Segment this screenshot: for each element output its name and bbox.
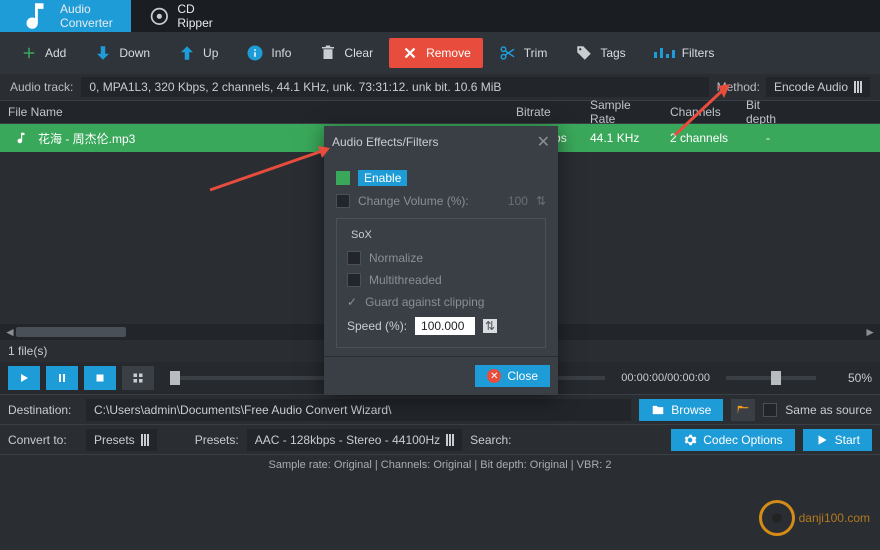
x-circle-icon: ✕ — [487, 369, 501, 383]
plus-icon — [20, 44, 38, 62]
up-button[interactable]: Up — [166, 38, 230, 68]
audio-effects-dialog: Audio Effects/Filters ✕ Enable Change Vo… — [324, 126, 558, 395]
dialog-title: Audio Effects/Filters — [332, 135, 439, 149]
speed-input[interactable]: 100.000 — [415, 317, 475, 335]
clear-button[interactable]: Clear — [307, 38, 385, 68]
speed-label: Speed (%): — [347, 319, 407, 333]
info-button[interactable]: Info — [234, 38, 303, 68]
normalize-checkbox[interactable] — [347, 251, 361, 265]
music-note-icon — [18, 0, 52, 33]
enable-checkbox[interactable] — [336, 171, 350, 185]
remove-button[interactable]: Remove — [389, 38, 483, 68]
destination-path[interactable]: C:\Users\admin\Documents\Free Audio Conv… — [86, 399, 631, 421]
tab-label: Audio Converter — [60, 2, 113, 30]
dialog-close-button[interactable]: ✕Close — [475, 365, 550, 387]
disc-icon — [149, 6, 170, 27]
tag-icon — [575, 44, 593, 62]
convert-to-label: Convert to: — [8, 433, 78, 447]
grid-button[interactable] — [122, 366, 154, 390]
watermark: danji100.com — [759, 500, 870, 536]
play-icon — [815, 433, 829, 447]
watermark-text: danji100.com — [799, 511, 870, 525]
slider-knob[interactable] — [170, 371, 180, 385]
pause-icon — [56, 372, 68, 384]
search-label: Search: — [470, 433, 511, 447]
method-select[interactable]: Encode Audio — [766, 77, 870, 97]
trim-button[interactable]: Trim — [487, 38, 560, 68]
volume-pct: 50% — [832, 371, 872, 385]
arrow-up-icon — [178, 44, 196, 62]
multithreaded-label: Multithreaded — [369, 273, 442, 287]
folder-open-icon — [736, 403, 750, 417]
guard-clipping-label: Guard against clipping — [365, 295, 484, 309]
col-bitdepth[interactable]: Bit depth — [738, 98, 798, 126]
codec-options-button[interactable]: Codec Options — [671, 429, 794, 451]
method-label: Method: — [717, 80, 760, 94]
add-button[interactable]: Add — [8, 38, 78, 68]
arrow-down-icon — [94, 44, 112, 62]
normalize-label: Normalize — [369, 251, 423, 265]
audio-track-label: Audio track: — [10, 80, 73, 94]
status-bar: Sample rate: Original | Channels: Origin… — [0, 454, 880, 475]
time-display: 00:00:00/00:00:00 — [621, 372, 710, 384]
menu-icon — [854, 81, 862, 93]
x-icon — [401, 44, 419, 62]
check-icon: ✓ — [347, 295, 357, 309]
col-channels[interactable]: Channels — [662, 105, 738, 119]
same-as-source-checkbox[interactable] — [763, 403, 777, 417]
menu-icon — [141, 434, 149, 446]
col-sample[interactable]: Sample Rate — [582, 98, 662, 126]
folder-icon — [651, 403, 665, 417]
down-button[interactable]: Down — [82, 38, 162, 68]
presets-label: Presets: — [195, 433, 239, 447]
play-icon — [18, 372, 30, 384]
music-note-icon — [14, 131, 28, 145]
play-button[interactable] — [8, 366, 40, 390]
spinner-icon[interactable]: ⇅ — [536, 194, 546, 208]
cell-bitdepth: - — [738, 131, 798, 145]
trash-icon — [319, 44, 337, 62]
browse-button[interactable]: Browse — [639, 399, 723, 421]
slider-knob[interactable] — [771, 371, 781, 385]
pause-button[interactable] — [46, 366, 78, 390]
enable-label: Enable — [358, 170, 407, 186]
same-as-source-label: Same as source — [785, 403, 872, 417]
spinner-icon[interactable]: ⇅ — [483, 319, 497, 333]
sox-group-label: SoX — [347, 229, 376, 241]
col-filename[interactable]: File Name — [0, 105, 508, 119]
grid-icon — [132, 372, 144, 384]
change-volume-value: 100 — [508, 194, 528, 208]
change-volume-label: Change Volume (%): — [358, 194, 469, 208]
filters-button[interactable]: Filters — [642, 40, 727, 66]
stop-button[interactable] — [84, 366, 116, 390]
scrollbar-thumb[interactable] — [16, 327, 126, 337]
equalizer-icon — [654, 48, 675, 58]
scissors-icon — [499, 44, 517, 62]
file-name: 花海 - 周杰伦.mp3 — [38, 130, 135, 147]
change-volume-checkbox[interactable] — [336, 194, 350, 208]
cell-sample: 44.1 KHz — [582, 131, 662, 145]
tab-audio-converter[interactable]: Audio Converter — [0, 0, 131, 32]
dialog-close-button[interactable]: ✕ — [537, 132, 550, 152]
volume-slider[interactable] — [726, 376, 816, 380]
presets-select[interactable]: Presets — [86, 429, 157, 451]
preset-value-select[interactable]: AAC - 128kbps - Stereo - 44100Hz — [247, 429, 462, 451]
multithreaded-checkbox[interactable] — [347, 273, 361, 287]
cell-channels: 2 channels — [662, 131, 738, 145]
open-folder-button[interactable] — [731, 399, 755, 421]
menu-icon — [446, 434, 454, 446]
watermark-logo-icon — [759, 500, 795, 536]
col-bitrate[interactable]: Bitrate — [508, 105, 582, 119]
tab-label: CD Ripper — [177, 2, 212, 30]
audio-track-value[interactable]: 0, MPA1L3, 320 Kbps, 2 channels, 44.1 KH… — [81, 77, 708, 97]
start-button[interactable]: Start — [803, 429, 872, 451]
destination-label: Destination: — [8, 403, 78, 417]
tags-button[interactable]: Tags — [563, 38, 637, 68]
stop-icon — [94, 372, 106, 384]
tab-cd-ripper[interactable]: CD Ripper — [131, 0, 231, 32]
info-icon — [246, 44, 264, 62]
gear-icon — [683, 433, 697, 447]
